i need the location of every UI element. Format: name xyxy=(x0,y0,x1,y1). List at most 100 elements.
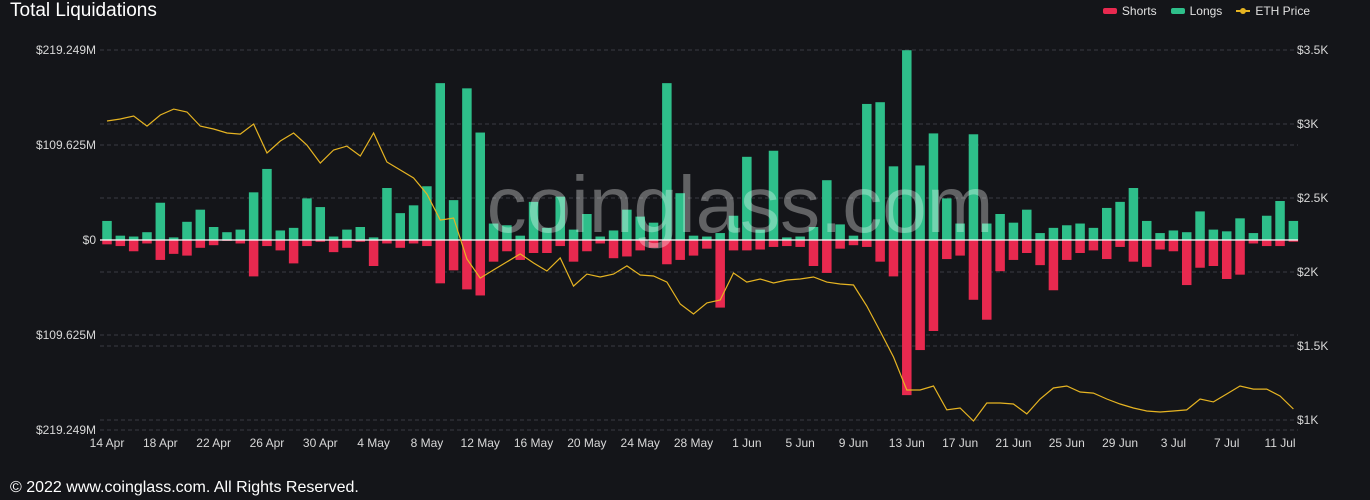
short-bar xyxy=(1022,240,1032,253)
long-bar xyxy=(995,214,1005,240)
short-bar xyxy=(128,240,139,252)
long-bar xyxy=(1235,218,1245,240)
long-bar xyxy=(1261,215,1272,240)
short-bar xyxy=(302,240,312,247)
long-bar xyxy=(1008,222,1019,240)
short-bar xyxy=(915,240,925,351)
long-bar xyxy=(302,198,312,240)
long-bar xyxy=(435,83,445,240)
long-bar xyxy=(1035,233,1045,240)
short-bar xyxy=(1008,240,1019,260)
short-bar xyxy=(1168,240,1179,252)
x-tick-label: 8 May xyxy=(411,436,444,450)
liquidations-chart[interactable]: $219.249M $109.625M $0 $109.625M $219.249M $… xyxy=(0,0,1370,480)
short-bar xyxy=(1141,240,1152,267)
short-bar xyxy=(995,240,1005,272)
long-bar xyxy=(1221,231,1232,240)
short-bar xyxy=(1088,240,1099,251)
left-tick-label: $109.625M xyxy=(36,328,96,342)
x-tick-label: 30 Apr xyxy=(303,436,338,450)
watermark: coinglass.com xyxy=(487,160,994,249)
left-axis: $219.249M $109.625M $0 $109.625M $219.249M xyxy=(36,43,96,437)
x-tick-label: 28 May xyxy=(674,436,713,450)
long-bar xyxy=(1075,223,1085,240)
x-tick-label: 22 Apr xyxy=(196,436,231,450)
short-bar xyxy=(395,240,406,248)
long-bar xyxy=(1168,230,1179,240)
x-tick-label: 29 Jun xyxy=(1102,436,1138,450)
long-bar xyxy=(1195,211,1205,240)
long-bar xyxy=(1181,232,1192,240)
short-bar xyxy=(288,240,299,264)
short-bar xyxy=(248,240,259,277)
short-bar xyxy=(1181,240,1192,286)
x-tick-label: 14 Apr xyxy=(90,436,125,450)
x-tick-label: 25 Jun xyxy=(1049,436,1085,450)
long-bar xyxy=(1141,220,1152,240)
x-tick-label: 18 Apr xyxy=(143,436,178,450)
short-bar xyxy=(982,240,992,320)
long-bar xyxy=(1155,233,1165,240)
left-tick-label: $219.249M xyxy=(36,43,96,57)
long-bar xyxy=(1208,229,1219,240)
left-tick-label: $109.625M xyxy=(36,138,96,152)
short-bar xyxy=(1048,240,1059,291)
short-bar xyxy=(1102,240,1112,260)
long-bar xyxy=(355,227,366,240)
long-bar xyxy=(1248,233,1259,240)
long-bar xyxy=(408,205,419,240)
long-bar xyxy=(462,88,472,240)
x-tick-label: 4 May xyxy=(357,436,390,450)
short-bar xyxy=(1235,240,1245,275)
long-bar xyxy=(142,232,152,240)
long-bar xyxy=(195,209,206,240)
right-tick-label: $2K xyxy=(1297,265,1318,279)
short-bar xyxy=(182,240,192,256)
x-tick-label: 26 Apr xyxy=(250,436,285,450)
short-bar xyxy=(102,240,112,245)
long-bar xyxy=(1128,188,1139,240)
x-tick-label: 5 Jun xyxy=(785,436,814,450)
short-bar xyxy=(1075,240,1085,253)
long-bar xyxy=(155,202,166,240)
left-tick-label: $0 xyxy=(83,233,97,247)
short-bar xyxy=(422,240,432,247)
eth-price-line xyxy=(106,108,1294,422)
long-bar xyxy=(1288,220,1299,240)
x-tick-label: 13 Jun xyxy=(889,436,925,450)
long-bar xyxy=(1115,201,1125,240)
short-bar xyxy=(475,240,485,296)
short-bar xyxy=(435,240,445,284)
long-bar xyxy=(342,229,352,240)
short-bar xyxy=(328,240,339,253)
x-tick-label: 16 May xyxy=(514,436,553,450)
short-bar xyxy=(1035,240,1045,266)
long-bar xyxy=(275,230,286,240)
long-bar xyxy=(235,229,246,240)
long-bar xyxy=(1275,201,1285,240)
x-tick-label: 24 May xyxy=(621,436,660,450)
x-tick-label: 1 Jun xyxy=(732,436,761,450)
short-bar xyxy=(342,240,352,248)
left-tick-label: $219.249M xyxy=(36,423,96,437)
short-bar xyxy=(1115,240,1125,247)
long-bar xyxy=(222,232,232,240)
right-tick-label: $2.5K xyxy=(1297,191,1328,205)
short-bar xyxy=(928,240,939,331)
long-bar xyxy=(1062,225,1072,240)
short-bar xyxy=(275,240,286,251)
x-tick-label: 9 Jun xyxy=(839,436,868,450)
x-axis: 14 Apr 18 Apr 22 Apr 26 Apr 30 Apr 4 May 8 May… xyxy=(90,436,1296,450)
x-tick-label: 12 May xyxy=(461,436,500,450)
short-bar xyxy=(168,240,179,254)
x-tick-label: 17 Jun xyxy=(942,436,978,450)
copyright-footer: © 2022 www.coinglass.com. All Rights Res… xyxy=(10,479,359,496)
short-bar xyxy=(195,240,206,248)
right-tick-label: $3K xyxy=(1297,117,1318,131)
long-bar xyxy=(182,221,192,240)
short-bar xyxy=(262,240,272,247)
right-axis: $3.5K $3K $2.5K $2K $1.5K $1K xyxy=(1297,43,1328,427)
long-bar xyxy=(448,200,459,240)
short-bar xyxy=(368,240,379,266)
short-bar xyxy=(902,240,912,396)
